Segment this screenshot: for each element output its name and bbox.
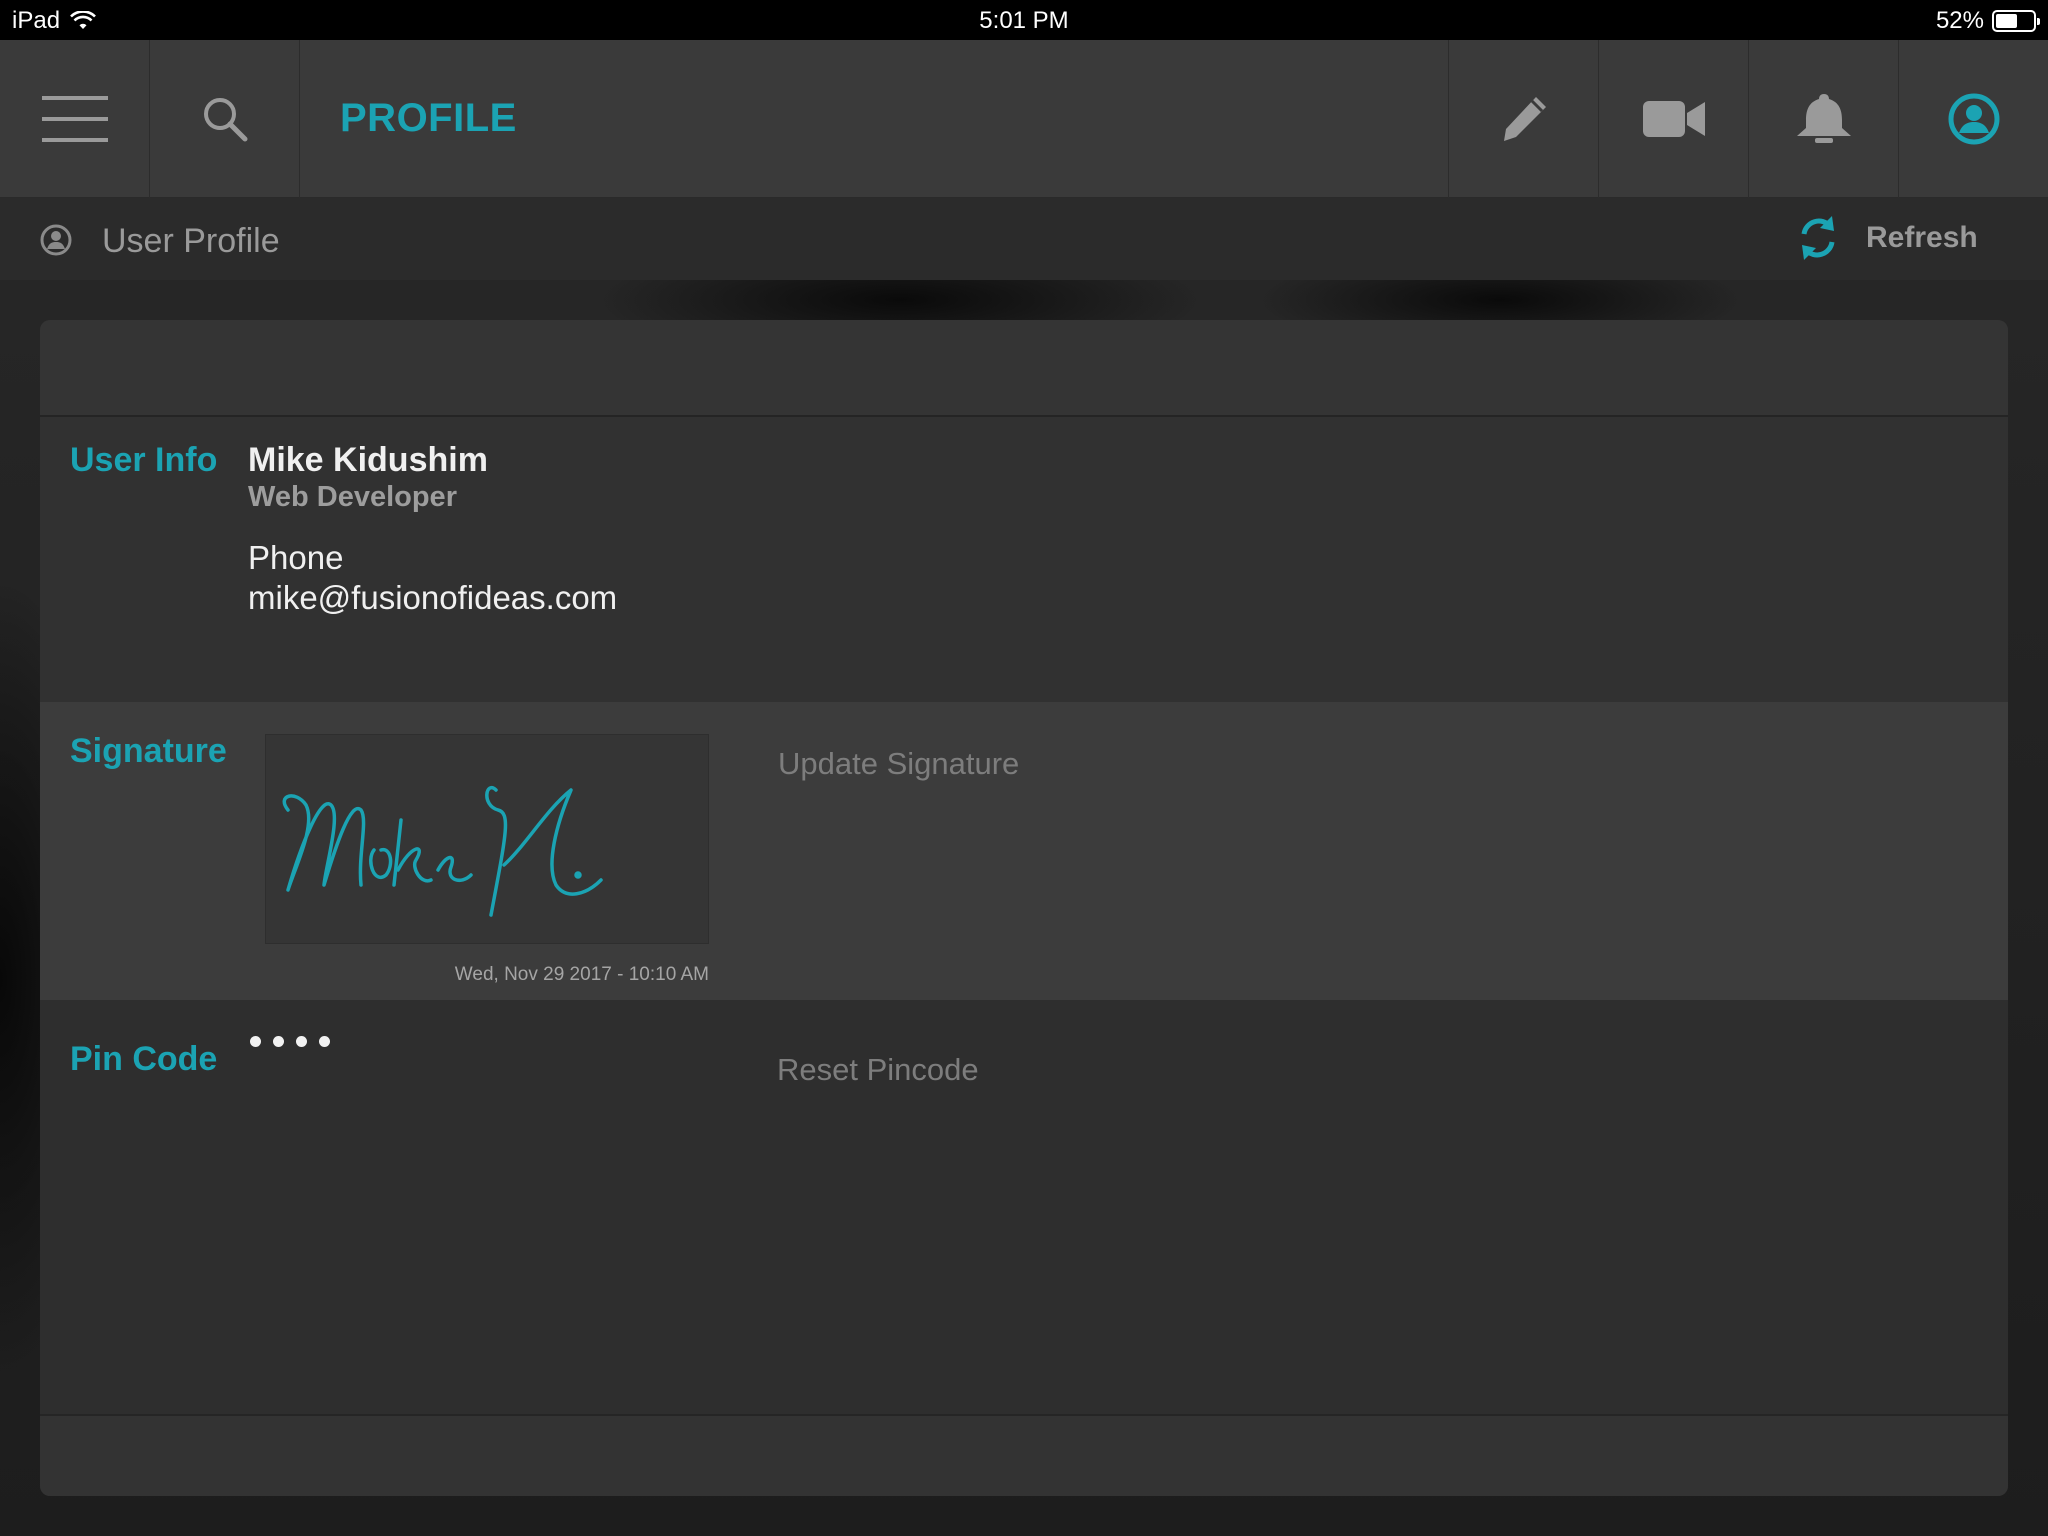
pin-dot bbox=[250, 1036, 261, 1047]
battery-icon bbox=[1992, 10, 2040, 32]
clock: 5:01 PM bbox=[979, 7, 1069, 34]
refresh-icon bbox=[1801, 216, 1835, 260]
page-title: PROFILE bbox=[340, 96, 517, 140]
user-phone: Phone bbox=[248, 539, 344, 576]
edit-button[interactable] bbox=[1448, 40, 1598, 198]
signature-section: Signature Wed, Nov 29 2017 - 10:10 AM Up… bbox=[40, 702, 2008, 1000]
refresh-button[interactable]: Refresh bbox=[1796, 214, 1978, 262]
refresh-label: Refresh bbox=[1866, 221, 1978, 254]
signature-label: Signature bbox=[70, 732, 227, 770]
menu-button[interactable] bbox=[0, 40, 150, 198]
pin-dot bbox=[296, 1036, 307, 1047]
notifications-button[interactable] bbox=[1748, 40, 1898, 198]
top-navigation: PROFILE bbox=[0, 40, 2048, 198]
pin-dot bbox=[319, 1036, 330, 1047]
card-header bbox=[40, 320, 2008, 417]
search-icon bbox=[203, 98, 247, 142]
pin-code-label: Pin Code bbox=[70, 1040, 218, 1078]
user-info-section: User Info Mike Kidushim Web Developer Ph… bbox=[40, 417, 2008, 702]
reset-pincode-button[interactable]: Reset Pincode bbox=[777, 1052, 979, 1088]
card-footer bbox=[40, 1416, 2008, 1496]
update-signature-button[interactable]: Update Signature bbox=[778, 746, 1019, 782]
video-button[interactable] bbox=[1598, 40, 1748, 198]
signature-image bbox=[265, 734, 709, 944]
signature-date: Wed, Nov 29 2017 - 10:10 AM bbox=[454, 964, 709, 985]
menu-icon bbox=[41, 96, 108, 142]
pin-code-section: Pin Code Reset Pincode bbox=[40, 1000, 2008, 1416]
battery-percent: 52% bbox=[1935, 7, 1984, 34]
profile-button[interactable] bbox=[1898, 40, 2048, 198]
search-button[interactable] bbox=[150, 40, 300, 198]
user-role: Web Developer bbox=[248, 481, 457, 513]
handwritten-signature bbox=[282, 786, 603, 917]
section-title: User Profile bbox=[102, 222, 280, 260]
pin-dot bbox=[273, 1036, 284, 1047]
user-email: mike@fusionofideas.com bbox=[248, 579, 618, 616]
user-info-label: User Info bbox=[70, 441, 218, 479]
bell-icon bbox=[1796, 94, 1851, 143]
pencil-icon bbox=[1503, 97, 1546, 141]
status-bar: iPad 5:01 PM 52% bbox=[0, 0, 2048, 40]
sub-header bbox=[0, 198, 2048, 280]
user-circle-icon bbox=[40, 224, 72, 256]
user-account-icon bbox=[1948, 93, 1999, 145]
profile-card: User Info Mike Kidushim Web Developer Ph… bbox=[40, 320, 2008, 1496]
video-camera-icon bbox=[1642, 101, 1705, 137]
user-name: Mike Kidushim bbox=[248, 441, 488, 479]
pin-code-masked bbox=[250, 1036, 330, 1047]
